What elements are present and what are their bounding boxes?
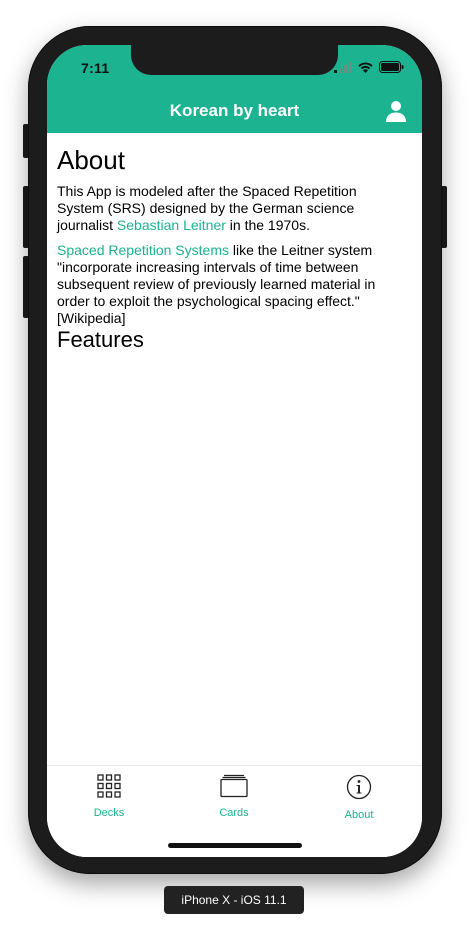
cards-icon [220,774,248,798]
status-icons [334,61,404,73]
nav-title: Korean by heart [169,101,300,120]
status-time: 7:11 [81,60,110,76]
tab-about[interactable]: About [314,774,404,821]
about-content: About This App is modeled after the Spac… [57,143,387,353]
srs-link[interactable]: Spaced Repetition Systems [57,242,229,258]
person-icon[interactable] [384,99,408,123]
battery-icon [379,61,404,73]
page-title: About [57,145,125,175]
tab-decks-label: Decks [93,807,125,819]
signal-icon [334,61,352,73]
tab-decks[interactable]: Decks [64,774,154,819]
intro-text-end: in the 1970s. [225,217,310,233]
simulator-stage: 7:11 Korean by heart About This App is m… [0,0,472,936]
leitner-link[interactable]: Sebastian Leitner [117,217,226,233]
intro-paragraph: This App is modeled after the Spaced Rep… [57,183,387,234]
app-screen: 7:11 Korean by heart About This App is m… [47,45,422,857]
home-indicator [168,843,302,848]
wifi-icon [358,62,373,73]
notch [131,45,338,75]
device-label: iPhone X - iOS 11.1 [164,886,304,914]
tab-about-label: About [344,809,374,821]
info-icon [346,774,372,800]
features-heading: Features [57,327,144,352]
tab-cards[interactable]: Cards [189,774,279,819]
srs-paragraph: Spaced Repetition Systems like the Leitn… [57,242,387,327]
tab-cards-label: Cards [219,807,249,819]
grid-icon [97,774,121,798]
